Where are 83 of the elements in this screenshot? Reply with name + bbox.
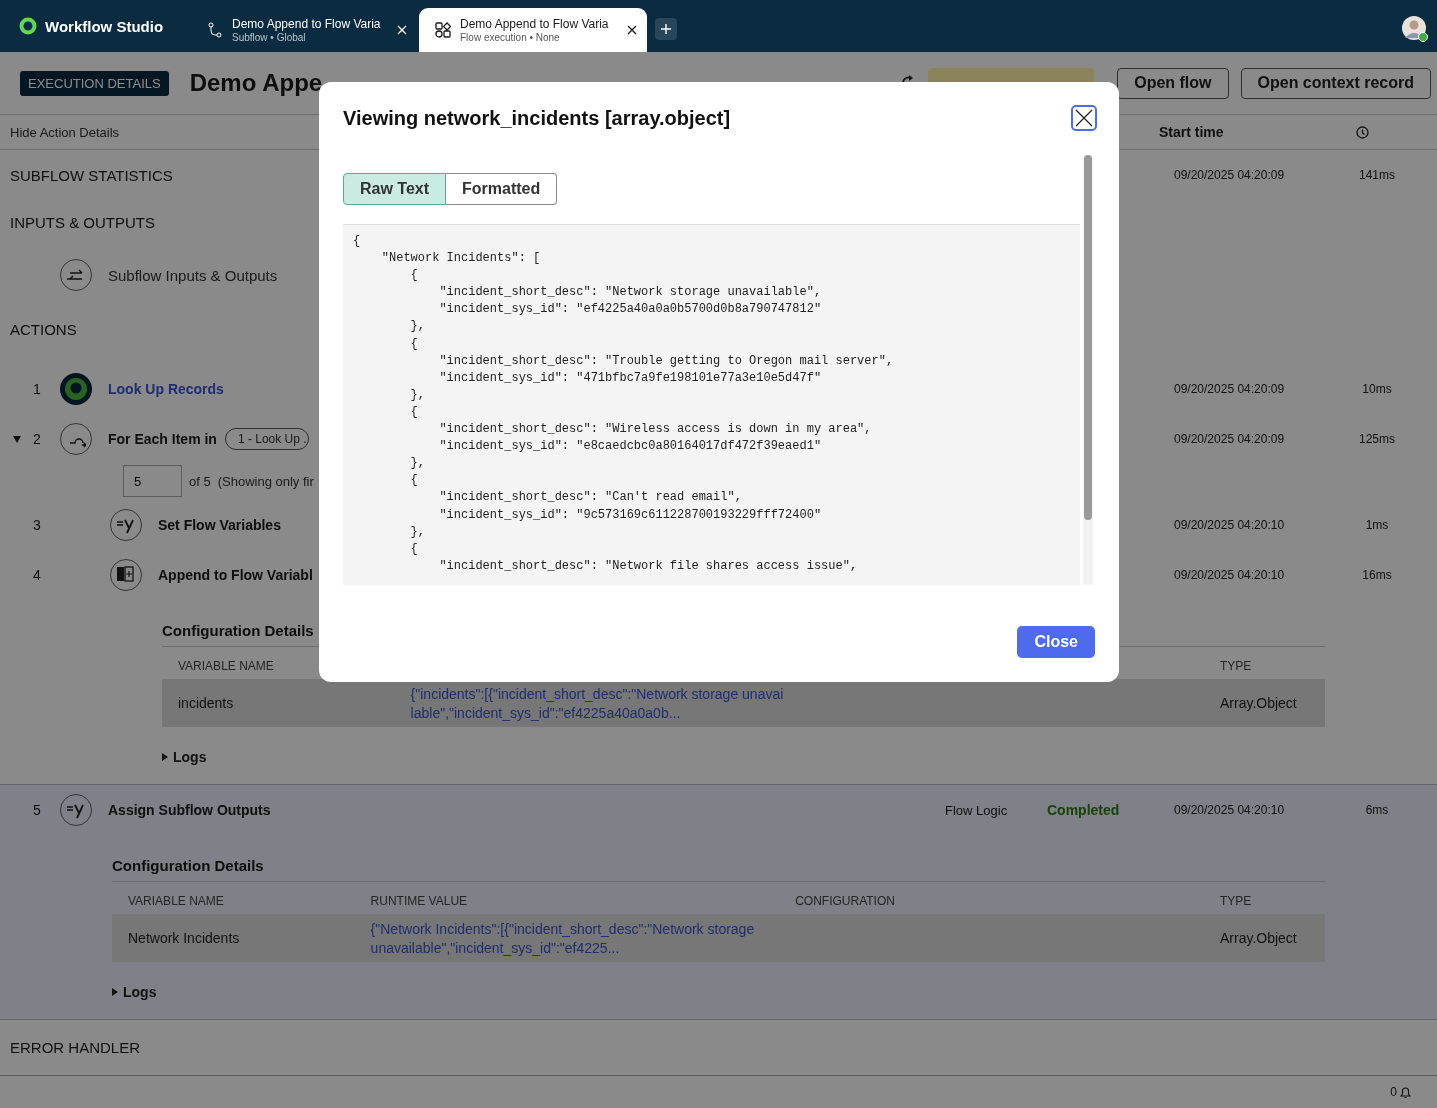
runtime-value-link[interactable]: {"Network Incidents":[{"incident_short_desc":"Network storage unavailable","incident_sys_id":"ef4225...: [354, 914, 780, 962]
duration: 6ms: [1364, 803, 1390, 817]
start-time: 09/20/2025 04:20:10: [1174, 803, 1286, 817]
subflow-io-link[interactable]: Subflow Inputs & Outputs: [108, 266, 278, 284]
lookup-icon: [60, 373, 92, 405]
header-button[interactable]: Open context record: [1240, 67, 1431, 99]
start-time: 09/20/2025 04:20:10: [1174, 518, 1286, 532]
tab[interactable]: Demo Append to Flow Varia Subflow • Global: [191, 8, 417, 52]
step-number: 2: [32, 431, 42, 447]
clock-icon: [1355, 125, 1369, 139]
caret-icon: [112, 988, 118, 996]
column-header: CONFIGURATION: [794, 893, 896, 910]
step-number: 4: [32, 567, 42, 583]
column-header: TYPE: [1219, 658, 1253, 675]
execution-details-badge: EXECUTION DETAILS: [20, 70, 169, 96]
branch-icon: [207, 22, 223, 38]
table-cell-text: incidents: [177, 695, 235, 711]
page-title: Demo Appe: [189, 69, 323, 97]
iteration-note: (Showing only fir: [217, 473, 314, 489]
details-heading: Configuration Details: [162, 622, 314, 641]
step-number: 1: [32, 381, 42, 397]
table-cell-text: Network Incidents: [127, 930, 241, 946]
bell-icon[interactable]: [1399, 1085, 1412, 1099]
iteration-count: of 5: [189, 473, 211, 489]
runtime-value-link[interactable]: {"incidents":[{"incident_short_desc":"Network storage unavailable","incident_sys_id":"ef4225a40a0a0b...: [394, 679, 802, 727]
tab-subtitle: Flow execution • None: [460, 32, 561, 43]
online-status-dot: [1418, 32, 1428, 42]
step-number: 3: [32, 517, 42, 533]
header-button[interactable]: Open flow: [1117, 67, 1229, 99]
tab-title: Demo Append to Flow Varia: [460, 17, 610, 32]
duration: 10ms: [1361, 382, 1393, 396]
close-icon[interactable]: [627, 25, 637, 35]
tab[interactable]: Demo Append to Flow Varia Flow execution • None: [419, 8, 647, 52]
action-link[interactable]: Look Up Records: [108, 381, 224, 397]
avatar[interactable]: [1402, 16, 1426, 40]
close-icon: [1075, 108, 1093, 127]
dialog-title: Viewing network_incidents [array.object]: [343, 107, 731, 130]
details-heading: Configuration Details: [112, 857, 264, 876]
caret-icon[interactable]: [13, 435, 21, 443]
status-text: Completed: [1047, 802, 1121, 818]
action-type: Flow Logic: [945, 802, 1009, 818]
logs-toggle[interactable]: Logs: [112, 984, 157, 1000]
notification-count: 0: [1390, 1085, 1397, 1099]
close-button[interactable]: [1071, 104, 1097, 131]
start-time: 09/20/2025 04:20:09: [1174, 382, 1286, 396]
view-toggle[interactable]: Raw Text: [343, 173, 447, 205]
view-toggle[interactable]: Formatted: [446, 173, 558, 205]
column-header: RUNTIME VALUE: [369, 893, 469, 910]
logo-icon: [19, 17, 37, 35]
app-name: Workflow Studio: [45, 17, 164, 35]
tab-subtitle: Subflow • Global: [232, 32, 307, 43]
step-number: 5: [32, 802, 42, 818]
action-name: Assign Subflow Outputs: [108, 802, 271, 818]
plus-icon: [661, 24, 671, 34]
action-name: Set Flow Variables: [158, 517, 281, 533]
caret-icon: [162, 753, 168, 761]
scrollbar[interactable]: [1083, 155, 1093, 585]
section-heading: ACTIONS: [10, 320, 77, 338]
duration: 125ms: [1358, 432, 1396, 446]
logs-toggle[interactable]: Logs: [162, 749, 207, 765]
start-time: 09/20/2025 04:20:09: [1174, 432, 1286, 446]
table-cell-text: Array.Object: [1219, 930, 1298, 946]
duration: 16ms: [1361, 568, 1393, 582]
column-header: VARIABLE NAME: [127, 893, 225, 910]
column-header: VARIABLE NAME: [177, 658, 275, 675]
start-time: 09/20/2025 04:20:09: [1174, 168, 1286, 182]
column-header: TYPE: [1219, 893, 1253, 910]
duration: 141ms: [1358, 168, 1396, 182]
iteration-field[interactable]: 5: [123, 465, 182, 497]
shapes-icon: [435, 22, 451, 38]
table-cell-text: Array.Object: [1219, 695, 1298, 711]
section-heading: INPUTS & OUTPUTS: [10, 213, 155, 231]
tab-title: Demo Append to Flow Varia: [232, 17, 382, 32]
start-time: 09/20/2025 04:20:10: [1174, 568, 1286, 582]
new-tab-button[interactable]: [655, 18, 677, 40]
column-header: Start time: [1159, 124, 1225, 140]
section-heading: SUBFLOW STATISTICS: [9, 166, 174, 184]
raw-text: { "Network Incidents": [ { "incident_short_desc": "Network storage unavailable", "incident_sys_id": "ef4225a40a0a0b5700d0b8a790747812" }, { "incident_short_desc": "Trouble getting to Oregon mail server", "incident_sys_id": "471bfbc7a9fe198101e77a3e10e5d47f" }, { "incident_short_desc": "Wireless access is down in my area", "incident_sys_id": "e8caedcbc0a80164017df472f39eaed1" }, { "incident_short_desc": "Can't read email", "incident_sys_id": "9c573169c611228700193229fff72400" }, { "incident_short_desc": "Network file shares access issue",: [353, 233, 895, 575]
section-heading: ERROR HANDLER: [10, 1039, 141, 1056]
duration: 1ms: [1364, 518, 1390, 532]
close-button[interactable]: Close: [1017, 626, 1095, 658]
action-name: For Each Item in: [108, 431, 217, 447]
action-name: Append to Flow Variabl: [158, 567, 313, 583]
